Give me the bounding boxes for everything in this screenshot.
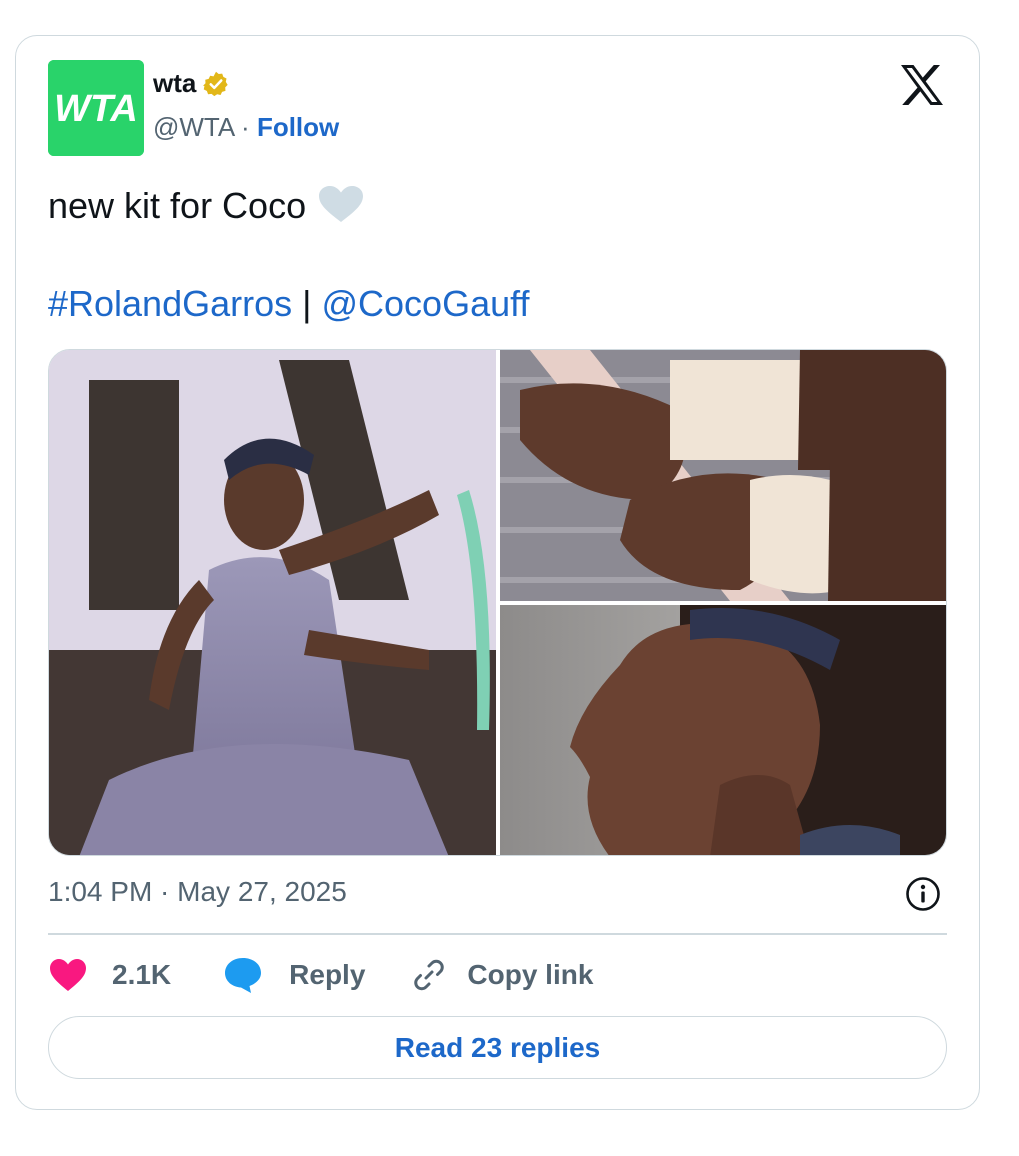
photo-coco-profile[interactable] (500, 605, 946, 855)
speech-bubble-icon (223, 956, 263, 994)
heart-icon (48, 957, 88, 993)
like-count: 2.1K (112, 959, 172, 990)
copy-link-label: Copy link (467, 959, 594, 990)
mention-link[interactable]: @CocoGauff (321, 283, 529, 324)
copy-link-button[interactable]: Copy link (411, 957, 593, 993)
info-icon[interactable] (905, 876, 941, 912)
account-name-row: wta (153, 68, 230, 99)
tweet-body: new kit for Coco (48, 185, 307, 226)
read-replies-button[interactable]: Read 23 replies (48, 1016, 947, 1079)
white-heart-icon (316, 184, 366, 235)
x-logo-icon[interactable] (899, 64, 945, 106)
link-icon (411, 957, 447, 993)
tweet-timestamp[interactable]: 1:04 PM · May 27, 2025 (48, 876, 347, 908)
media-grid (48, 349, 947, 856)
tweet-text: new kit for Coco (48, 183, 366, 235)
photo-wristband-grip[interactable] (500, 350, 946, 601)
tweet-tags: #RolandGarros | @CocoGauff (48, 281, 529, 327)
hashtag-link[interactable]: #RolandGarros (48, 283, 292, 324)
like-button[interactable]: 2.1K (48, 957, 171, 993)
divider (48, 933, 947, 935)
handle-separator: · (241, 112, 250, 142)
wta-logo: WTA (48, 60, 144, 156)
handle-row: @WTA · Follow (153, 112, 339, 143)
reply-label: Reply (289, 959, 366, 990)
photo-coco-forehand[interactable] (49, 350, 496, 855)
reply-button[interactable]: Reply (223, 956, 365, 994)
tags-separator: | (292, 283, 322, 324)
avatar-logo-text: WTA (54, 88, 138, 130)
action-bar: 2.1K Reply Copy link (48, 955, 593, 995)
account-handle[interactable]: @WTA (153, 112, 234, 142)
follow-button[interactable]: Follow (257, 112, 339, 142)
avatar[interactable]: WTA (48, 60, 144, 156)
verified-badge-icon (202, 70, 230, 98)
account-name[interactable]: wta (153, 68, 196, 99)
